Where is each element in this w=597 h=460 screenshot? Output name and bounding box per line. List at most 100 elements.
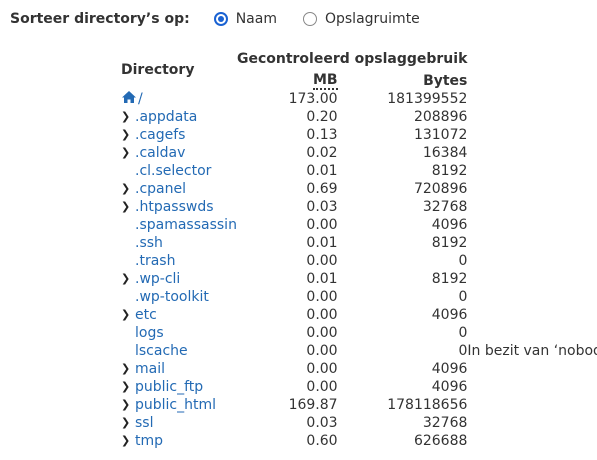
table-row: ❯ tmp 0.60 626688 (121, 432, 597, 450)
table-row: ❯ ssl 0.03 32768 (121, 414, 597, 432)
mb-header-text: MB (312, 72, 338, 90)
directory-link[interactable]: .spamassassin (135, 217, 237, 233)
bytes-cell: 0 (458, 289, 468, 305)
chevron-right-icon[interactable]: ❯ (121, 414, 135, 432)
bytes-cell: 16384 (422, 145, 468, 161)
directory-link[interactable]: .trash (135, 253, 175, 269)
bytes-cell: 626688 (413, 433, 468, 449)
ownership-note (467, 396, 597, 414)
table-row: ❯ .cpanel 0.69 720896 (121, 180, 597, 198)
mb-cell: 0.01 (306, 163, 338, 179)
directory-link[interactable]: lscache (135, 343, 188, 359)
table-row: ❯ .htpasswds 0.03 32768 (121, 198, 597, 216)
root-directory-cell: / (121, 90, 237, 108)
table-row: ❯ mail 0.00 4096 (121, 360, 597, 378)
mb-cell: 0.69 (306, 181, 338, 197)
chevron-right-icon[interactable]: ❯ (121, 198, 135, 216)
mb-cell: 0.20 (306, 109, 338, 125)
directory-link[interactable]: .ssh (135, 235, 163, 251)
ownership-note (467, 108, 597, 126)
table-row-root: / 173.00 181399552 (121, 90, 597, 108)
sort-label: Sorteer directory’s op: (10, 11, 190, 27)
sort-by-storage-label[interactable]: Opslagruimte (325, 11, 420, 27)
directory-cell: ❯ .wp-cli (121, 270, 237, 288)
table-row: ❯ .cagefs 0.13 131072 (121, 126, 597, 144)
directory-link[interactable]: etc (135, 307, 157, 323)
sort-by-storage-radio[interactable] (302, 12, 317, 26)
sort-by-storage-option[interactable]: Opslagruimte (302, 11, 420, 27)
bytes-cell: 178118656 (387, 397, 468, 413)
mb-cell: 0.00 (306, 343, 338, 359)
ownership-note (467, 162, 597, 180)
directory-cell: ❯lscache (121, 342, 237, 360)
directory-link[interactable]: .wp-toolkit (135, 289, 209, 305)
directory-link[interactable]: .appdata (135, 109, 197, 125)
spacer: ❯ (121, 162, 135, 180)
ownership-note (467, 432, 597, 450)
bytes-cell: 8192 (431, 271, 468, 287)
ownership-note: In bezit van ‘nobody’. (467, 343, 597, 359)
chevron-right-icon[interactable]: ❯ (121, 378, 135, 396)
directory-cell: ❯.ssh (121, 234, 237, 252)
disk-usage-table: Directory Gecontroleerd opslaggebruik MB… (121, 50, 597, 450)
directory-column-header: Directory (121, 62, 195, 78)
chevron-right-icon[interactable]: ❯ (121, 144, 135, 162)
directory-link[interactable]: .htpasswds (135, 199, 214, 215)
table-row: ❯ etc 0.00 4096 (121, 306, 597, 324)
directory-link[interactable]: .wp-cli (135, 271, 180, 287)
bytes-cell: 0 (458, 253, 468, 269)
home-icon[interactable] (121, 90, 137, 104)
bytes-cell: 8192 (431, 163, 468, 179)
chevron-right-icon[interactable]: ❯ (121, 108, 135, 126)
sort-by-name-option[interactable]: Naam (213, 11, 277, 27)
mb-cell: 0.00 (306, 325, 338, 341)
chevron-right-icon[interactable]: ❯ (121, 432, 135, 450)
mb-cell: 0.60 (306, 433, 338, 449)
directory-cell: ❯ public_html (121, 396, 237, 414)
directory-link[interactable]: mail (135, 361, 165, 377)
ownership-note (467, 198, 597, 216)
mb-column-header: MB (237, 68, 338, 90)
chevron-right-icon[interactable]: ❯ (121, 126, 135, 144)
sort-by-name-label[interactable]: Naam (236, 11, 277, 27)
root-directory-link[interactable]: / (121, 91, 143, 107)
directory-cell: ❯ .appdata (121, 108, 237, 126)
ownership-note (467, 144, 597, 162)
chevron-right-icon[interactable]: ❯ (121, 306, 135, 324)
directory-link[interactable]: .cagefs (135, 127, 185, 143)
sort-by-name-radio[interactable] (213, 12, 228, 26)
table-row: ❯ public_ftp 0.00 4096 (121, 378, 597, 396)
chevron-right-icon[interactable]: ❯ (121, 360, 135, 378)
directory-link[interactable]: logs (135, 325, 164, 341)
bytes-cell: 4096 (431, 307, 468, 323)
root-directory-name[interactable]: / (138, 91, 143, 107)
ownership-note (467, 216, 597, 234)
bytes-cell: 208896 (413, 109, 468, 125)
chevron-right-icon[interactable]: ❯ (121, 396, 135, 414)
directory-link[interactable]: tmp (135, 433, 163, 449)
spacer: ❯ (121, 288, 135, 306)
directory-cell: ❯ .caldav (121, 144, 237, 162)
table-row: ❯.spamassassin 0.00 4096 (121, 216, 597, 234)
directory-cell: ❯ ssl (121, 414, 237, 432)
directory-link[interactable]: .cl.selector (135, 163, 211, 179)
mb-cell: 0.13 (306, 127, 338, 143)
bytes-cell: 32768 (422, 199, 468, 215)
directory-link[interactable]: ssl (135, 415, 153, 431)
table-row: ❯lscache 0.00 0In bezit van ‘nobody’. (121, 342, 597, 360)
root-bytes-cell: 181399552 (387, 91, 468, 107)
directory-link[interactable]: public_ftp (135, 379, 203, 395)
directory-link[interactable]: public_html (135, 397, 216, 413)
directory-link[interactable]: .caldav (135, 145, 185, 161)
mb-cell: 169.87 (288, 397, 338, 413)
mb-cell: 0.00 (306, 253, 338, 269)
bytes-header-text: Bytes (423, 73, 468, 89)
directory-cell: ❯ .cpanel (121, 180, 237, 198)
directory-link[interactable]: .cpanel (135, 181, 186, 197)
chevron-right-icon[interactable]: ❯ (121, 180, 135, 198)
mb-cell: 0.03 (306, 199, 338, 215)
spacer: ❯ (121, 234, 135, 252)
chevron-right-icon[interactable]: ❯ (121, 270, 135, 288)
mb-cell: 0.03 (306, 415, 338, 431)
bytes-cell: 4096 (431, 379, 468, 395)
